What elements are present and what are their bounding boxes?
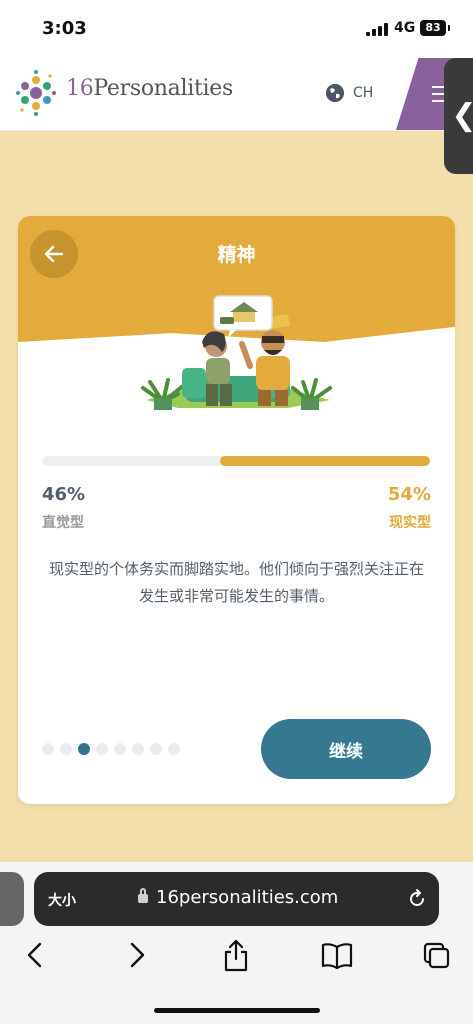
globe-icon: [326, 84, 344, 102]
lock-icon: [138, 888, 148, 903]
battery-icon: 83: [420, 20, 450, 36]
reload-icon[interactable]: [406, 888, 428, 910]
tabs-icon[interactable]: [422, 938, 452, 972]
logo-icon[interactable]: [12, 69, 60, 117]
continue-button[interactable]: 继续: [261, 719, 431, 779]
share-icon[interactable]: [221, 938, 251, 972]
status-time: 3:03: [42, 18, 87, 39]
home-indicator: [154, 1008, 320, 1013]
page-dot: [60, 743, 72, 755]
url-text[interactable]: 16personalities.com: [156, 887, 338, 908]
page-dot: [42, 743, 54, 755]
text-size-button[interactable]: 大小: [48, 890, 76, 910]
observant-label: 现实型: [389, 515, 431, 531]
observant-percent: 54%: [387, 484, 431, 505]
page-dot: [96, 743, 108, 755]
nav-toolbar: [0, 938, 473, 978]
previous-tab-edge[interactable]: [0, 872, 24, 926]
address-bar[interactable]: 大小 16personalities.com: [34, 872, 439, 926]
card-title: 精神: [217, 244, 256, 266]
forward-icon[interactable]: [122, 938, 152, 972]
logo-wordmark[interactable]: 16Personalities: [66, 76, 233, 101]
page-dot: [150, 743, 162, 755]
side-tab-handle[interactable]: ❮: [444, 58, 473, 174]
network-type: 4G: [394, 20, 416, 36]
progress-fill: [220, 456, 430, 466]
bookmarks-icon[interactable]: [320, 938, 354, 972]
intuitive-label: 直觉型: [42, 515, 84, 531]
page-dot: [114, 743, 126, 755]
page-dot: [168, 743, 180, 755]
logo-number: 16: [66, 76, 94, 101]
trait-description: 现实型的个体务实而脚踏实地。他们倾向于强烈关注正在发生或非常可能发生的事情。: [48, 560, 424, 605]
illustration: [141, 295, 332, 410]
result-card: 精神 46% 54% 直觉型 现实型 现实型的个体务实而脚踏实地。他们倾向于强烈…: [18, 216, 455, 804]
language-selector[interactable]: CH: [326, 84, 373, 102]
browser-toolbar: 大小 16personalities.com: [0, 862, 473, 1024]
logo-word: Personalities: [93, 76, 233, 101]
pagination-dots: [42, 743, 180, 755]
language-code: CH: [353, 85, 374, 101]
back-icon[interactable]: [20, 938, 50, 972]
status-bar: 3:03 4G 83: [0, 0, 473, 58]
page-dot: [78, 743, 90, 755]
intuitive-percent: 46%: [42, 484, 86, 505]
signal-icon: [366, 22, 388, 36]
site-header: 16Personalities CH: [0, 58, 473, 131]
progress-track: [42, 456, 430, 466]
page-dot: [132, 743, 144, 755]
